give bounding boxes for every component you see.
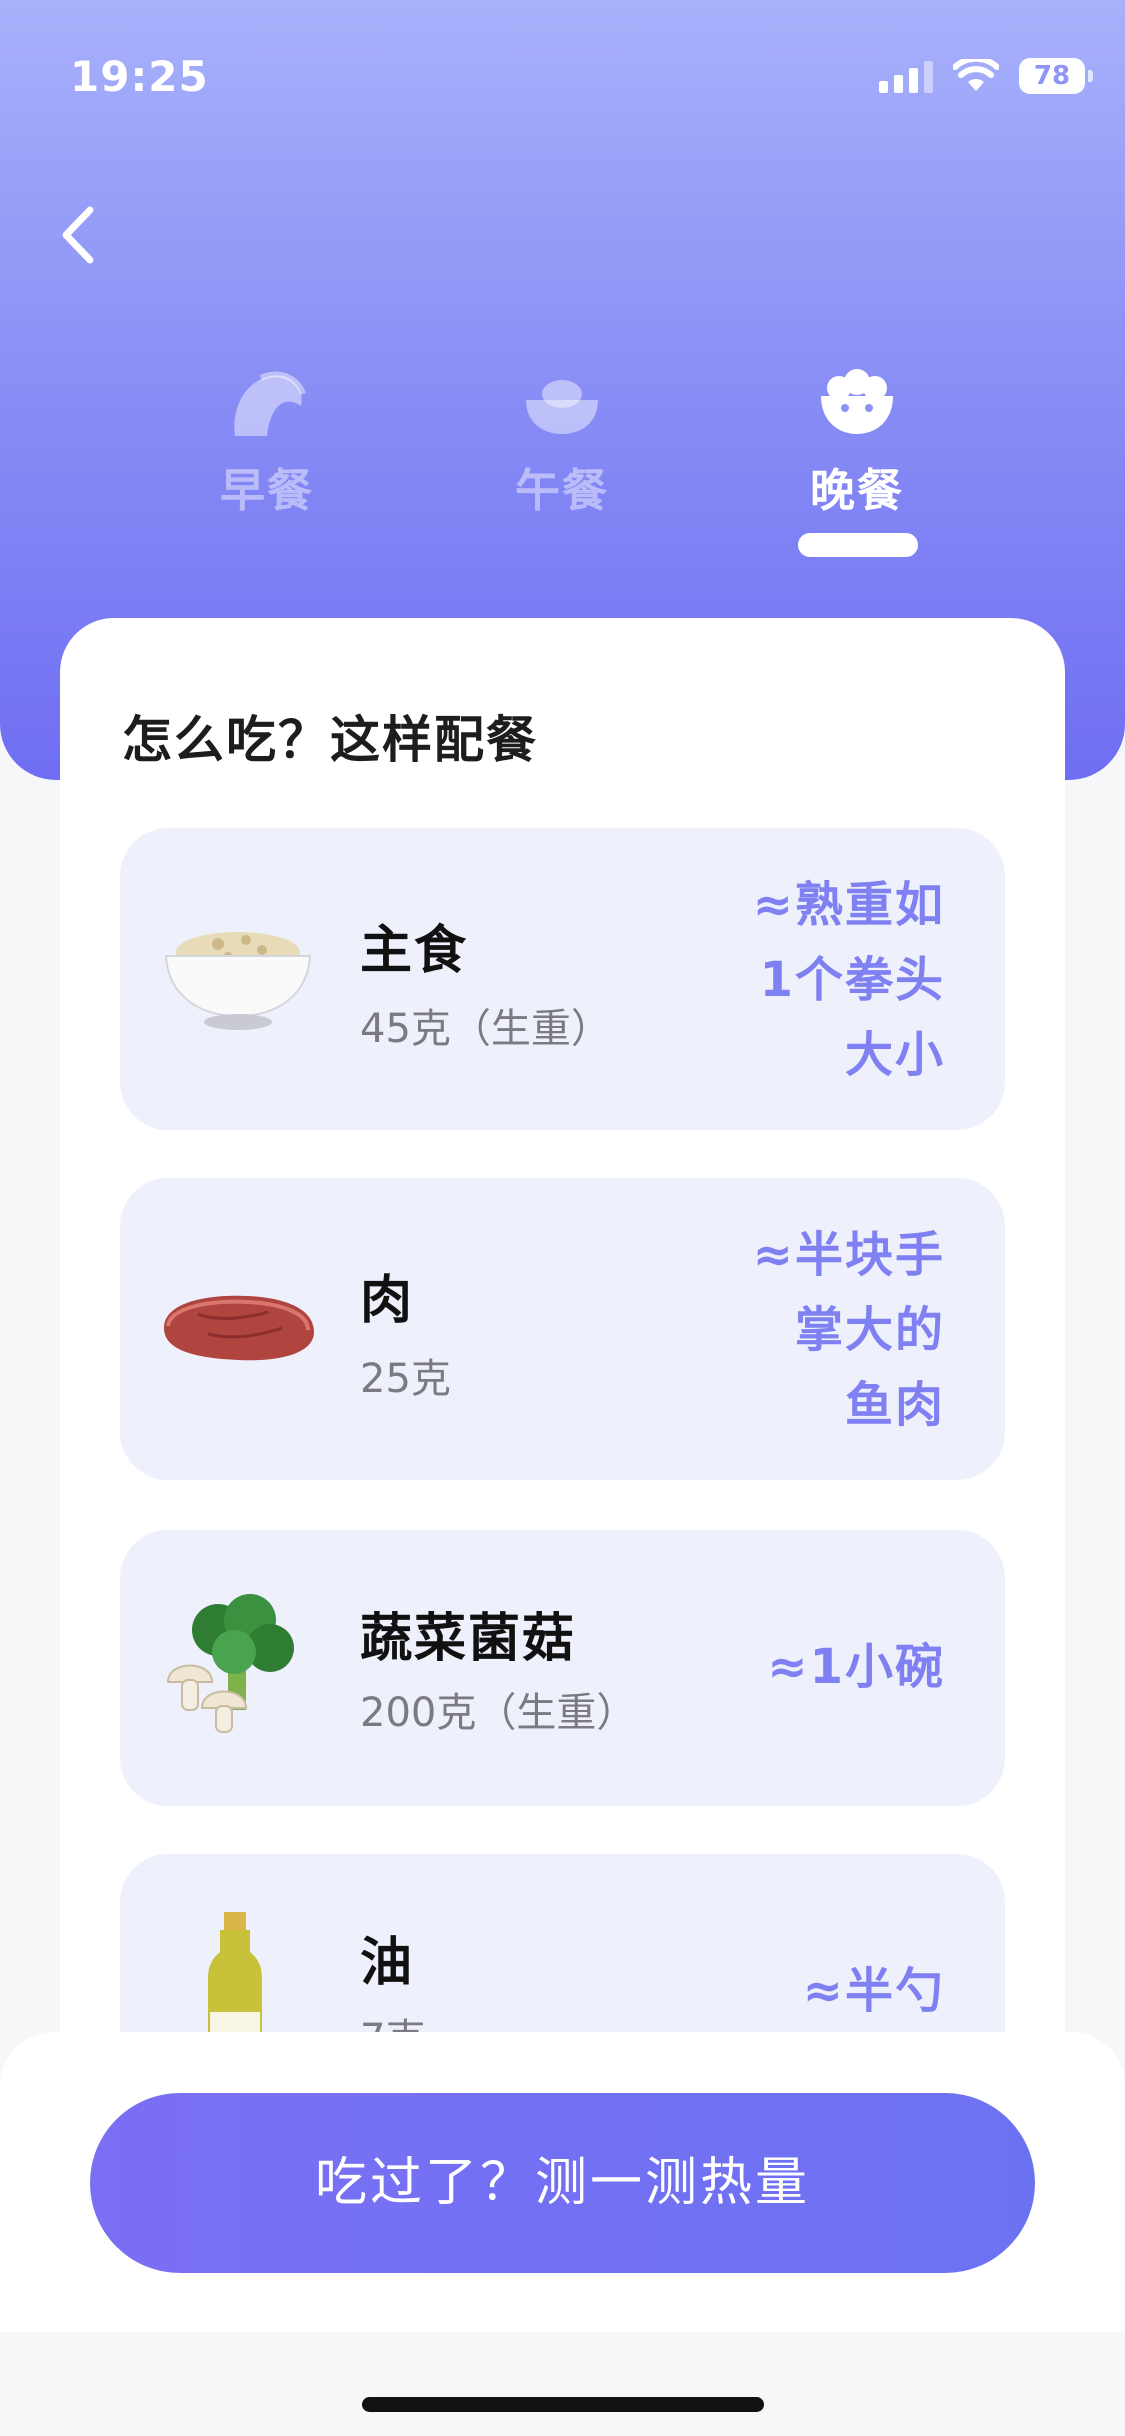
broccoli-mushroom-icon [166, 1594, 294, 1733]
food-name: 主食 [360, 921, 469, 981]
food-amount: 25克 [360, 1356, 451, 1402]
food-amount: 45克（生重） [360, 1006, 611, 1052]
food-portion: ≈半勺 [802, 1963, 945, 2019]
rice-bowl-icon [164, 932, 312, 1030]
food-name: 蔬菜菌菇 [360, 1609, 577, 1669]
tab-dinner[interactable]: 晚餐 [767, 360, 947, 519]
home-indicator [362, 2397, 764, 2412]
rice-bowl-icon [767, 360, 947, 440]
tab-lunch[interactable]: 午餐 [472, 360, 652, 519]
wifi-icon [953, 59, 999, 91]
food-item-meat: 肉 25克 ≈半块手 掌大的 鱼肉 [120, 1178, 1005, 1480]
food-amount: 200克（生重） [360, 1690, 637, 1736]
tab-breakfast[interactable]: 早餐 [177, 360, 357, 519]
active-tab-indicator [798, 533, 918, 557]
bowl-icon [472, 360, 652, 440]
food-name: 肉 [360, 1271, 415, 1331]
food-item-vegetables: 蔬菜菌菇 200克（生重） ≈1小碗 [120, 1530, 1005, 1806]
card-title: 怎么吃？这样配餐 [122, 711, 538, 769]
food-portion: ≈半块手 掌大的 鱼肉 [752, 1227, 945, 1433]
status-time: 19:25 [70, 52, 209, 101]
battery-icon: 78 [1019, 58, 1093, 94]
tab-breakfast-label: 早餐 [219, 464, 314, 517]
tab-dinner-label: 晚餐 [809, 464, 904, 517]
cellular-signal-icon [879, 59, 933, 93]
meal-plan-card: 怎么吃？这样配餐 主食 45克（生重） ≈熟重如 1个拳头 大小 肉 25克 ≈… [60, 618, 1065, 2118]
croissant-icon [177, 360, 357, 440]
back-chevron-icon[interactable] [48, 200, 118, 270]
status-icons: 78 [879, 58, 1093, 94]
steak-icon [164, 1295, 314, 1361]
food-item-staple: 主食 45克（生重） ≈熟重如 1个拳头 大小 [120, 828, 1005, 1130]
food-portion: ≈熟重如 1个拳头 大小 [752, 877, 945, 1083]
food-name: 油 [360, 1933, 415, 1993]
food-portion: ≈1小碗 [767, 1639, 945, 1695]
calorie-test-button[interactable]: 吃过了？测一测热量 [90, 2093, 1035, 2273]
tab-lunch-label: 午餐 [514, 464, 609, 517]
